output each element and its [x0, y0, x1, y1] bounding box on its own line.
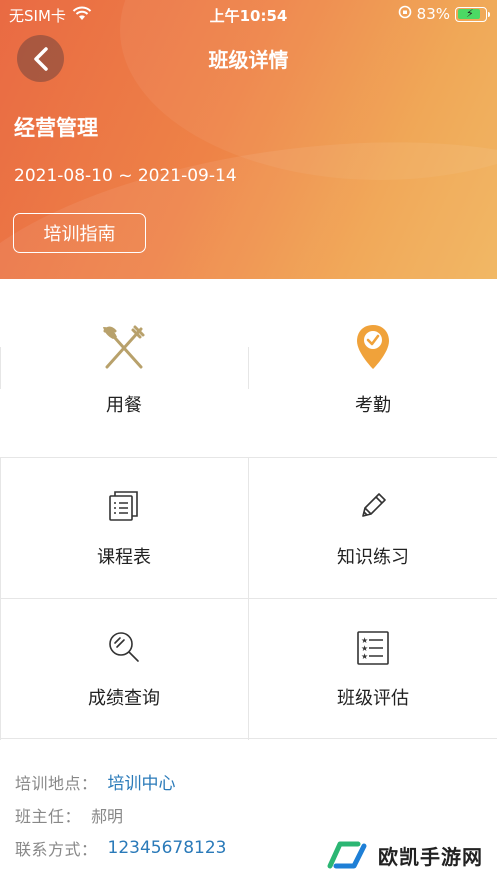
svg-text:★: ★ — [361, 652, 368, 661]
feature-grid: 课程表 知识练习 成绩查询 ★ ★ ★ 班级评估 — [0, 457, 497, 740]
page-title: 班级详情 — [208, 48, 289, 72]
quick-action-attendance[interactable]: 考勤 — [249, 279, 497, 457]
status-bar: 无SIM卡 上午10:54 83% ⚡ — [0, 0, 497, 28]
grid-item-label: 知识练习 — [337, 547, 409, 568]
magnifier-icon — [0, 629, 248, 669]
battery-percent: 83% — [416, 5, 450, 23]
detail-row-contact: 联系方式： 12345678123 — [15, 831, 227, 864]
grid-item-label: 班级评估 — [337, 688, 409, 709]
grid-item-schedule[interactable]: 课程表 — [0, 458, 248, 599]
schedule-icon — [0, 488, 248, 528]
class-name: 经营管理 — [14, 116, 98, 140]
detail-row-teacher: 班主任： 郝明 — [15, 798, 227, 831]
location-check-icon — [249, 323, 497, 373]
teacher-value: 郝明 — [91, 806, 124, 826]
grid-item-evaluation[interactable]: ★ ★ ★ 班级评估 — [249, 599, 497, 740]
teacher-label: 班主任： — [15, 806, 82, 826]
class-header: 无SIM卡 上午10:54 83% ⚡ 班级详情 经营管理 2021-08-10… — [0, 0, 497, 279]
watermark-text: 欧凯手游网 — [378, 844, 483, 869]
quick-action-label: 用餐 — [106, 395, 142, 416]
grid-item-label: 成绩查询 — [88, 688, 160, 709]
grid-item-label: 课程表 — [97, 547, 151, 568]
training-guide-button[interactable]: 培训指南 — [13, 213, 146, 253]
quick-action-dining[interactable]: 用餐 — [0, 279, 248, 457]
grid-item-practice[interactable]: 知识练习 — [249, 458, 497, 599]
contact-label: 联系方式： — [15, 839, 98, 859]
checklist-icon: ★ ★ ★ — [249, 629, 497, 669]
watermark-logo-icon — [327, 841, 367, 869]
orientation-lock-icon — [398, 5, 412, 23]
charging-bolt-icon: ⚡ — [466, 6, 474, 20]
class-details: 培训地点： 培训中心 班主任： 郝明 联系方式： 12345678123 — [15, 765, 227, 864]
status-right: 83% ⚡ — [398, 5, 490, 23]
fork-knife-icon — [0, 323, 248, 373]
location-link[interactable]: 培训中心 — [108, 769, 176, 794]
pencil-icon — [249, 488, 497, 528]
contact-phone-link[interactable]: 12345678123 — [108, 838, 227, 858]
class-dates: 2021-08-10 ~ 2021-09-14 — [14, 166, 237, 186]
battery-icon: ⚡ — [455, 6, 490, 22]
watermark: 欧凯手游网 — [324, 838, 483, 872]
grid-item-grades[interactable]: 成绩查询 — [0, 599, 248, 740]
quick-action-label: 考勤 — [355, 395, 391, 416]
location-label: 培训地点： — [15, 773, 98, 793]
quick-actions: 用餐 考勤 — [0, 279, 497, 457]
detail-row-location: 培训地点： 培训中心 — [15, 765, 227, 798]
